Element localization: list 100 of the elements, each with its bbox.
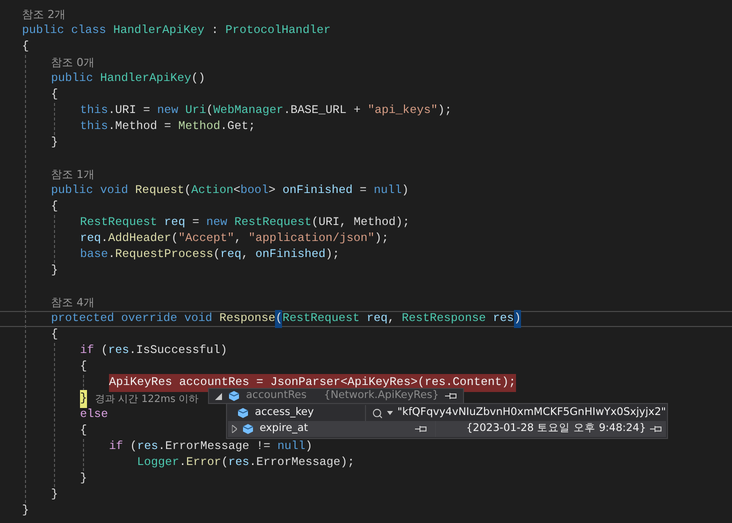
- code-token: (URI, Method);: [311, 214, 410, 232]
- code-token: Uri: [185, 102, 206, 120]
- code-token: }: [51, 262, 58, 280]
- code-token: (: [275, 310, 282, 328]
- code-token: onFinished: [282, 182, 353, 200]
- code-token: res: [492, 310, 514, 328]
- code-token: <: [233, 182, 240, 200]
- code-token: ): [305, 438, 312, 456]
- code-token: ,: [234, 230, 242, 248]
- code-token: ): [514, 310, 521, 328]
- code-token: Error: [186, 454, 222, 472]
- code-token: public class: [22, 22, 108, 40]
- code-token: RestResponse: [402, 310, 487, 328]
- reference-count[interactable]: 참조 4개: [51, 294, 94, 312]
- code-token: {: [80, 358, 88, 376]
- pin-icon[interactable]: [445, 392, 457, 400]
- code-token: {: [22, 38, 30, 56]
- code-token: (: [100, 342, 108, 360]
- code-token: "Accept": [178, 230, 234, 248]
- code-token: {: [51, 86, 58, 104]
- datatip-header[interactable]: accountRes {Network.ApiKeyRes}: [208, 388, 464, 404]
- code-token: ProtocolHandler: [225, 22, 331, 40]
- pin-icon[interactable]: [415, 425, 428, 433]
- code-token: .: [179, 454, 186, 472]
- code-token: public: [51, 70, 94, 88]
- reference-count[interactable]: 참조 1개: [51, 166, 94, 184]
- code-token: );: [374, 230, 389, 248]
- code-token: .Get;: [220, 118, 256, 136]
- code-token: this: [80, 118, 108, 136]
- code-token: "application/json": [248, 230, 375, 248]
- code-token: else: [80, 406, 108, 424]
- expand-arrow-icon[interactable]: [232, 425, 238, 433]
- member-name: expire_at: [260, 421, 309, 436]
- code-token: }: [80, 470, 88, 488]
- code-token: .URI =: [108, 102, 152, 120]
- code-token: .Method =: [108, 118, 172, 136]
- code-token: ): [402, 182, 409, 200]
- code-token: (: [213, 246, 220, 264]
- code-token: }: [51, 134, 58, 152]
- member-value: {2023-01-28 토요일 오후 9:48:24}: [466, 421, 646, 436]
- code-token: :: [210, 22, 220, 40]
- reference-count[interactable]: 참조 0개: [51, 54, 94, 72]
- code-token: }: [22, 502, 30, 520]
- code-token: (: [171, 230, 178, 248]
- code-token: req: [80, 230, 102, 248]
- member-value: "kfQFqvy4vNIuZbvnH0xmMCKF5GnHIwYx0Sxjyjx2": [397, 405, 666, 420]
- datatip-row[interactable]: expire_at {2023-01-28 토요일 오후 9:48:24}: [228, 421, 666, 437]
- code-token: .: [101, 230, 108, 248]
- code-token: res: [108, 342, 130, 360]
- code-token: null: [374, 182, 402, 200]
- code-token: Method: [178, 118, 220, 136]
- code-token: bool: [240, 182, 268, 200]
- member-name: access_key: [254, 405, 315, 420]
- code-token: "api_keys": [368, 102, 438, 120]
- code-token: res: [137, 438, 158, 456]
- code-token: .BASE_URL +: [283, 102, 362, 120]
- code-token: AddHeader: [108, 230, 172, 248]
- code-token: HandlerApiKey: [113, 22, 204, 40]
- collapse-arrow-icon[interactable]: [215, 392, 222, 400]
- code-token: res: [228, 454, 250, 472]
- code-token: Logger: [137, 454, 180, 472]
- code-token: req: [366, 310, 388, 328]
- code-token: HandlerApiKey: [100, 70, 192, 88]
- code-token: (: [221, 454, 228, 472]
- code-token: protected override void: [51, 310, 214, 328]
- code-token: }: [51, 486, 58, 504]
- code-token: null: [277, 438, 306, 456]
- code-token: }: [80, 390, 88, 408]
- code-token: );: [326, 246, 340, 264]
- object-icon: [236, 407, 249, 419]
- reference-count[interactable]: 참조 2개: [22, 6, 66, 24]
- search-icon[interactable]: [372, 408, 384, 418]
- pin-icon[interactable]: [650, 425, 662, 433]
- code-token: >: [268, 182, 276, 200]
- code-token: (: [206, 102, 214, 120]
- code-token: =: [191, 214, 200, 232]
- code-token: onFinished: [255, 246, 326, 264]
- dropdown-arrow-icon[interactable]: [387, 411, 394, 415]
- code-token: );: [438, 102, 452, 120]
- code-token: ,: [388, 310, 396, 328]
- code-token: Request: [135, 182, 184, 200]
- code-token: (: [184, 182, 192, 200]
- code-token: if: [109, 438, 124, 456]
- code-token: new: [157, 102, 180, 120]
- code-token: req: [164, 214, 186, 232]
- code-token: {: [51, 326, 58, 344]
- object-icon: [228, 390, 240, 402]
- code-token: {: [51, 198, 58, 216]
- code-token: ,: [241, 246, 250, 264]
- code-token: (): [191, 70, 206, 88]
- code-token: .IsSuccessful): [129, 342, 228, 360]
- code-token: public void: [51, 182, 130, 200]
- code-token: new: [206, 214, 228, 232]
- code-token: .ErrorMessage);: [249, 454, 354, 472]
- code-token: Response: [219, 310, 276, 328]
- code-token: req: [220, 246, 242, 264]
- code-token: RequestProcess: [115, 246, 214, 264]
- code-token: {: [80, 422, 88, 440]
- code-token: .ErrorMessage !=: [158, 438, 272, 456]
- code-token: RestRequest: [282, 310, 361, 328]
